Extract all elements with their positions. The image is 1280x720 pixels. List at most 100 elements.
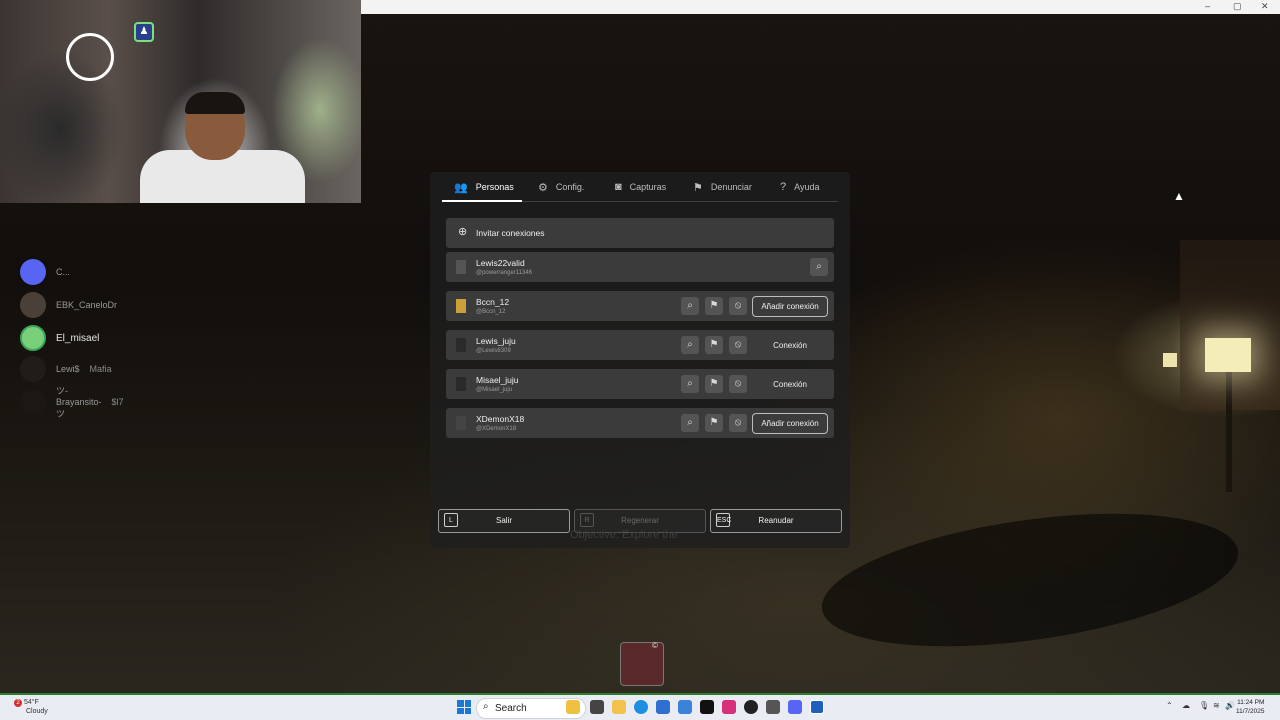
steering-wheel-icon (66, 33, 114, 81)
player-handle: @Bccn_12 (476, 309, 506, 315)
add-connection-button[interactable]: Añadir conexión (752, 413, 828, 434)
block-button[interactable]: ⦸ (729, 336, 747, 354)
weather-desc: Cloudy (26, 708, 48, 715)
task-view-icon[interactable] (590, 700, 604, 714)
resume-button[interactable]: ESC Reanudar (710, 509, 842, 533)
lamp-post (1226, 372, 1232, 492)
discord-avatar-icon (20, 259, 46, 285)
inspect-button[interactable]: ⌕ (681, 414, 699, 432)
settings-app-icon[interactable] (766, 700, 780, 714)
window-light (1163, 353, 1177, 367)
help-icon: ? (780, 181, 787, 193)
streamer-hair (185, 92, 245, 114)
widgets-app-icon[interactable] (566, 700, 580, 714)
voice-user: El_misael (20, 325, 99, 351)
player-handle: @Lewis6309 (476, 348, 511, 354)
avatar (456, 338, 466, 352)
invite-connections-button[interactable]: ⊕ Invitar conexiones (446, 218, 834, 248)
player-row: Bccn_12 @Bccn_12 ⌕ ⚑ ⦸ Añadir conexión (446, 291, 834, 321)
discord-icon[interactable] (788, 700, 802, 714)
mail-icon[interactable] (678, 700, 692, 714)
voice-user-name: ツ-Brayansito-ツ (56, 386, 102, 419)
report-flag-button[interactable]: ⚑ (705, 336, 723, 354)
chevron-up-icon[interactable]: ⌃ (1166, 701, 1173, 710)
voice-user: C... (20, 259, 70, 285)
button-label: Salir (495, 516, 512, 525)
tiktok-icon[interactable] (700, 700, 714, 714)
report-flag-button[interactable]: ⚑ (705, 375, 723, 393)
people-icon: 👥 (454, 181, 468, 194)
player-name: Bccn_12 (476, 297, 510, 307)
player-name: Misael_juju (476, 375, 519, 385)
game-badge-icon: ♟ (134, 22, 154, 42)
tab-personas[interactable]: 👥 Personas (454, 172, 514, 202)
microphone-icon[interactable]: 🎙 (1199, 701, 1209, 710)
voice-user-name: EBK_CaneloDr (56, 300, 118, 310)
leave-button[interactable]: L Salir (438, 509, 570, 533)
report-flag-button[interactable]: ⚑ (705, 297, 723, 315)
start-button[interactable] (457, 700, 471, 714)
file-explorer-icon[interactable] (612, 700, 626, 714)
player-name: XDemonX18 (476, 414, 525, 424)
volume-icon[interactable]: 🔊 (1225, 701, 1235, 710)
search-placeholder: Search (495, 703, 527, 714)
player-row: Misael_juju @Misael_juju ⌕ ⚑ ⦸ Conexión (446, 369, 834, 399)
inspect-button[interactable]: ⌕ (681, 375, 699, 393)
obs-icon[interactable] (744, 700, 758, 714)
clan-tag: $l7 (111, 397, 124, 407)
player-row: XDemonX18 @XDemonX18 ⌕ ⚑ ⦸ Añadir conexi… (446, 408, 834, 438)
tab-label: Capturas (629, 182, 667, 192)
webcam-overlay: ♟ (0, 0, 361, 203)
invite-label: Invitar conexiones (476, 228, 545, 238)
maximize-icon[interactable]: ▢ (1233, 1, 1242, 12)
connection-status: Conexión (773, 380, 807, 389)
inspect-button[interactable]: ⌕ (810, 258, 828, 276)
clock-time: 11:24 PM (1237, 699, 1265, 706)
avatar (20, 356, 46, 382)
voice-user: Lewi$ Mafia (20, 356, 112, 382)
avatar (20, 325, 46, 351)
voice-user: ツ-Brayansito-ツ $l7 (20, 386, 124, 419)
minimize-icon[interactable]: – (1205, 1, 1210, 11)
player-name: Lewis22valid (476, 258, 525, 268)
block-button[interactable]: ⦸ (729, 375, 747, 393)
taskbar: 2 54°F Cloudy ⌕ Search ⌃ ☁ 🎙 ≋ 🔊 11:24 P… (0, 695, 1280, 720)
button-label: Regenerar (621, 516, 659, 525)
add-person-icon: ⊕ (458, 226, 468, 238)
search-icon: ⌕ (483, 701, 489, 712)
avatar (456, 377, 466, 391)
instagram-icon[interactable] (722, 700, 736, 714)
wifi-icon[interactable]: ≋ (1213, 701, 1220, 710)
weather-widget[interactable]: 2 54°F Cloudy (14, 698, 48, 716)
menu-tabs: 👥 Personas ⚙ Config. ◙ Capturas ⚑ Denunc… (430, 172, 850, 202)
avatar (456, 416, 466, 430)
inspect-button[interactable]: ⌕ (681, 336, 699, 354)
close-icon[interactable]: ✕ (1261, 1, 1269, 12)
tab-label: Ayuda (794, 182, 820, 192)
tab-config[interactable]: ⚙ Config. (538, 172, 584, 202)
tab-capturas[interactable]: ◙ Capturas (615, 172, 666, 202)
hotbar-tag-icon: © (652, 641, 658, 650)
voice-user-name: C... (56, 267, 71, 277)
clan-tag: Mafia (89, 364, 112, 374)
cloud-icon[interactable]: ☁ (1182, 701, 1190, 710)
player-name: Lewis_juju (476, 336, 516, 346)
inspect-button[interactable]: ⌕ (681, 297, 699, 315)
add-connection-button[interactable]: Añadir conexión (752, 296, 828, 317)
player-row: Lewis22valid @powerranger11346 ⌕ (446, 252, 834, 282)
report-flag-button[interactable]: ⚑ (705, 414, 723, 432)
weather-temp: 54°F (23, 699, 39, 706)
street-lamp (1205, 338, 1251, 372)
avatar (20, 389, 46, 415)
roblox-icon[interactable] (810, 700, 824, 714)
block-button[interactable]: ⦸ (729, 297, 747, 315)
tab-ayuda[interactable]: ? Ayuda (780, 172, 819, 202)
system-clock[interactable]: 11:24 PM 11/7/2025 (1236, 698, 1264, 716)
button-label: Reanudar (758, 516, 794, 525)
active-tab-indicator (442, 200, 522, 202)
tab-denunciar[interactable]: ⚑ Denunciar (693, 172, 752, 202)
edge-browser-icon[interactable] (634, 700, 648, 714)
camera-icon: ◙ (615, 181, 622, 193)
store-icon[interactable] (656, 700, 670, 714)
block-button[interactable]: ⦸ (729, 414, 747, 432)
